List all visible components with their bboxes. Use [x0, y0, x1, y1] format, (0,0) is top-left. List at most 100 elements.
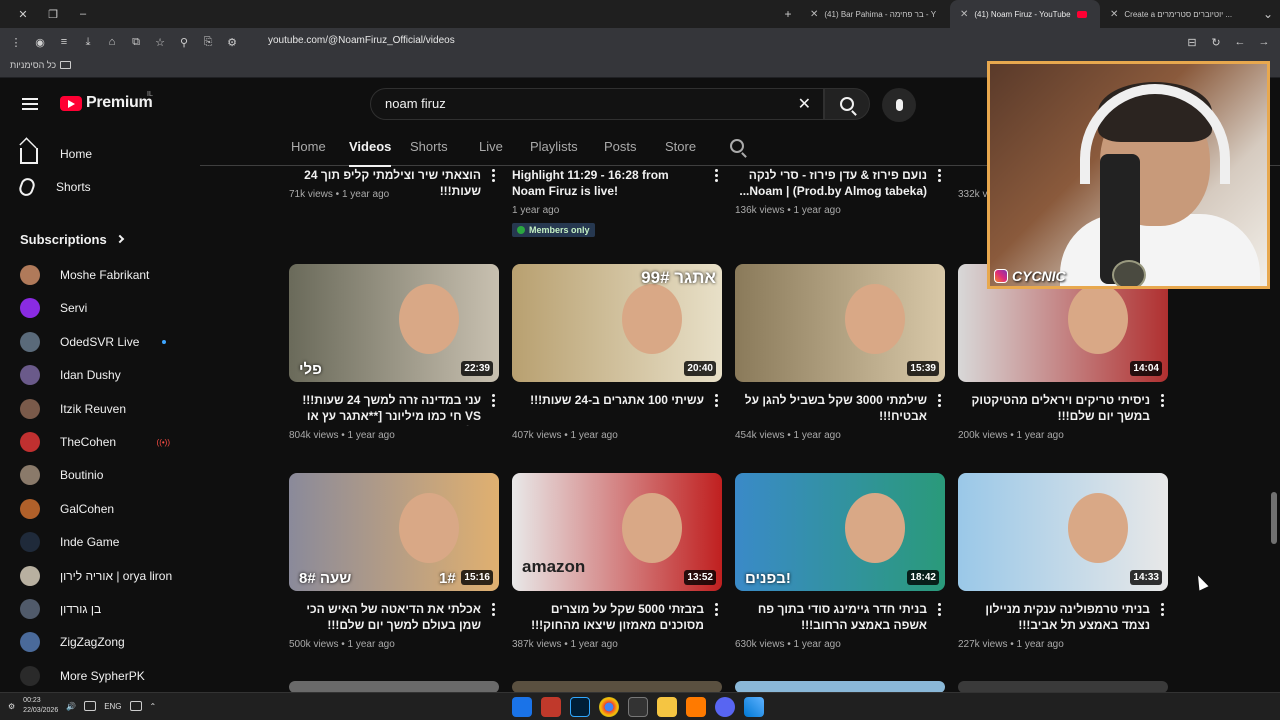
keyboard-icon[interactable]: [129, 701, 142, 711]
profile-icon[interactable]: ◉: [28, 32, 52, 52]
video-card[interactable]: amazon 13:52 בזבזתי 5000 שקל על מוצרים מסו…: [512, 473, 722, 663]
sidebar-toggle-icon[interactable]: ⊟: [1180, 32, 1204, 52]
video-card[interactable]: 14:33 בניתי טרמפולינה ענקית מניילון נצמד …: [958, 473, 1168, 663]
channel-search-icon[interactable]: [730, 139, 744, 153]
settings-icon[interactable]: ⚙: [8, 702, 15, 711]
video-title[interactable]: אכלתי את הדיאטה של האיש הכי שמן בעולם למ…: [289, 601, 481, 635]
language-indicator[interactable]: ENG: [104, 702, 121, 711]
site-info-icon[interactable]: ⚙: [220, 32, 244, 52]
video-title[interactable]: עני במדינה זרה למשך 24 שעות!!! VS חי כמו…: [289, 392, 481, 426]
more-options-icon[interactable]: [715, 169, 718, 182]
video-card[interactable]: Highlight 11:29 - 16:28 from Noam Firuz …: [512, 167, 722, 247]
youtube-logo[interactable]: Premium: [60, 94, 153, 112]
reload-icon[interactable]: ↻: [1204, 32, 1228, 52]
minimize-window-icon[interactable]: –: [68, 8, 98, 20]
chrome-app-icon[interactable]: [599, 697, 619, 717]
close-tab-icon[interactable]: ✕: [810, 9, 818, 20]
search-input[interactable]: noam firuz ✕: [370, 88, 824, 120]
more-options-icon[interactable]: [715, 603, 718, 616]
video-title[interactable]: Highlight 11:29 - 16:28 from Noam Firuz …: [512, 167, 704, 201]
close-window-icon[interactable]: ✕: [8, 8, 38, 21]
menu-icon[interactable]: ⋮: [4, 32, 28, 52]
bookmark-star-icon[interactable]: ☆: [148, 32, 172, 52]
windows-start-icon[interactable]: [744, 697, 764, 717]
tab-posts[interactable]: Posts: [604, 139, 637, 154]
clear-search-icon[interactable]: ✕: [798, 94, 811, 114]
back-icon[interactable]: ←: [1228, 32, 1252, 52]
app-icon[interactable]: [686, 697, 706, 717]
more-options-icon[interactable]: [492, 603, 495, 616]
address-bar[interactable]: youtube.com/@NoamFiruz_Official/videos: [268, 35, 455, 46]
download-icon[interactable]: ⤓: [76, 32, 100, 52]
volume-icon[interactable]: 🔊: [66, 702, 76, 711]
clock[interactable]: 00:23 22/03/2026: [23, 696, 58, 716]
tab-home[interactable]: Home: [291, 139, 326, 154]
tab-noam-firuz[interactable]: ✕ (41) Noam Firuz - YouTube: [950, 0, 1100, 28]
media-icon[interactable]: ≡: [52, 32, 76, 52]
more-options-icon[interactable]: [1161, 394, 1164, 407]
sidebar-item-home[interactable]: Home: [20, 141, 190, 167]
video-thumbnail[interactable]: פלי 22:39: [289, 264, 499, 382]
video-title[interactable]: בניתי חדר גיימינג סודי בתוך פח אשפה באמצ…: [735, 601, 927, 635]
install-icon[interactable]: ⎘: [196, 32, 220, 52]
search-button[interactable]: [824, 88, 870, 120]
video-card[interactable]: בפנים! 18:42 בניתי חדר גיימינג סודי בתוך פ…: [735, 473, 945, 663]
video-card[interactable]: נועם פירוז & עדן פירוז - סרי לנקה (Prod.…: [735, 167, 945, 247]
more-options-icon[interactable]: [938, 603, 941, 616]
tray-overflow-icon[interactable]: ⌃: [150, 702, 157, 711]
video-card[interactable]: הוצאתי שיר וצילמתי קליפ תוך 24 שעות!!! 71…: [289, 167, 499, 247]
file-explorer-app-icon[interactable]: [657, 697, 677, 717]
media-app-icon[interactable]: [541, 697, 561, 717]
tab-shorts[interactable]: Shorts: [410, 139, 448, 154]
more-options-icon[interactable]: [492, 394, 495, 407]
video-thumbnail[interactable]: שעה 8# 1# 15:16: [289, 473, 499, 591]
tab-search-icon[interactable]: ⌄: [1256, 7, 1280, 21]
scrollbar-thumb[interactable]: [1271, 492, 1277, 544]
epic-games-app-icon[interactable]: [628, 697, 648, 717]
restore-window-icon[interactable]: ❐: [38, 8, 68, 21]
all-bookmarks-folder[interactable]: כל הסימניות: [10, 60, 72, 70]
photoshop-app-icon[interactable]: [570, 697, 590, 717]
more-options-icon[interactable]: [715, 394, 718, 407]
video-thumbnail[interactable]: 14:33: [958, 473, 1168, 591]
zoom-icon[interactable]: ⚲: [172, 32, 196, 52]
notepad-app-icon[interactable]: [512, 697, 532, 717]
more-options-icon[interactable]: [492, 169, 495, 182]
tab-bar-pahima[interactable]: ✕ (41) Bar Pahima - בר פחימה - Y: [800, 0, 950, 28]
tab-create[interactable]: ✕ Create a יוטיוברים סטרימרים ...: [1100, 0, 1256, 28]
tab-playlists[interactable]: Playlists: [530, 139, 578, 154]
video-thumbnail[interactable]: [289, 681, 499, 692]
network-icon[interactable]: [84, 701, 97, 711]
video-title[interactable]: בניתי טרמפולינה ענקית מניילון נצמד באמצע…: [958, 601, 1150, 635]
video-card[interactable]: פלי 22:39 עני במדינה זרה למשך 24 שעות!!! V…: [289, 264, 499, 454]
more-options-icon[interactable]: [1161, 603, 1164, 616]
share-icon[interactable]: ⧉: [124, 32, 148, 52]
voice-search-button[interactable]: [882, 88, 916, 122]
video-card[interactable]: שעה 8# 1# 15:16 אכלתי את הדיאטה של האיש הכי…: [289, 473, 499, 663]
new-tab-button[interactable]: +: [776, 7, 800, 21]
video-thumbnail[interactable]: אתגר 99# 20:40: [512, 264, 722, 382]
video-title[interactable]: ניסיתי טריקים ויראלים מהטיקטוק במשך יום …: [958, 392, 1150, 426]
more-options-icon[interactable]: [938, 394, 941, 407]
video-thumbnail[interactable]: [958, 681, 1168, 692]
video-title[interactable]: שילמתי 3000 שקל בשביל להגן על אבטיח!!!: [735, 392, 927, 426]
video-title[interactable]: נועם פירוז & עדן פירוז - סרי לנקה (Prod.…: [735, 167, 927, 201]
video-thumbnail[interactable]: 15:39: [735, 264, 945, 382]
video-thumbnail[interactable]: [735, 681, 945, 692]
close-tab-icon[interactable]: ✕: [1110, 9, 1118, 20]
extension-icon[interactable]: ⌂: [100, 32, 124, 52]
forward-icon[interactable]: →: [1252, 32, 1276, 52]
tab-live[interactable]: Live: [479, 139, 503, 154]
more-options-icon[interactable]: [938, 169, 941, 182]
video-title[interactable]: עשיתי 100 אתגרים ב-24 שעות!!!: [512, 392, 704, 426]
hamburger-menu-icon[interactable]: [22, 98, 38, 110]
video-card[interactable]: 14:04 ניסיתי טריקים ויראלים מהטיקטוק במשך…: [958, 264, 1168, 454]
tab-store[interactable]: Store: [665, 139, 696, 154]
video-card[interactable]: 15:39 שילמתי 3000 שקל בשביל להגן על אבטיח…: [735, 264, 945, 454]
discord-app-icon[interactable]: [715, 697, 735, 717]
video-card[interactable]: אתגר 99# 20:40 עשיתי 100 אתגרים ב-24 שעות!…: [512, 264, 722, 454]
video-thumbnail[interactable]: בפנים! 18:42: [735, 473, 945, 591]
close-tab-icon[interactable]: ✕: [960, 9, 968, 20]
tab-videos[interactable]: Videos: [349, 139, 392, 167]
video-thumbnail[interactable]: amazon 13:52: [512, 473, 722, 591]
